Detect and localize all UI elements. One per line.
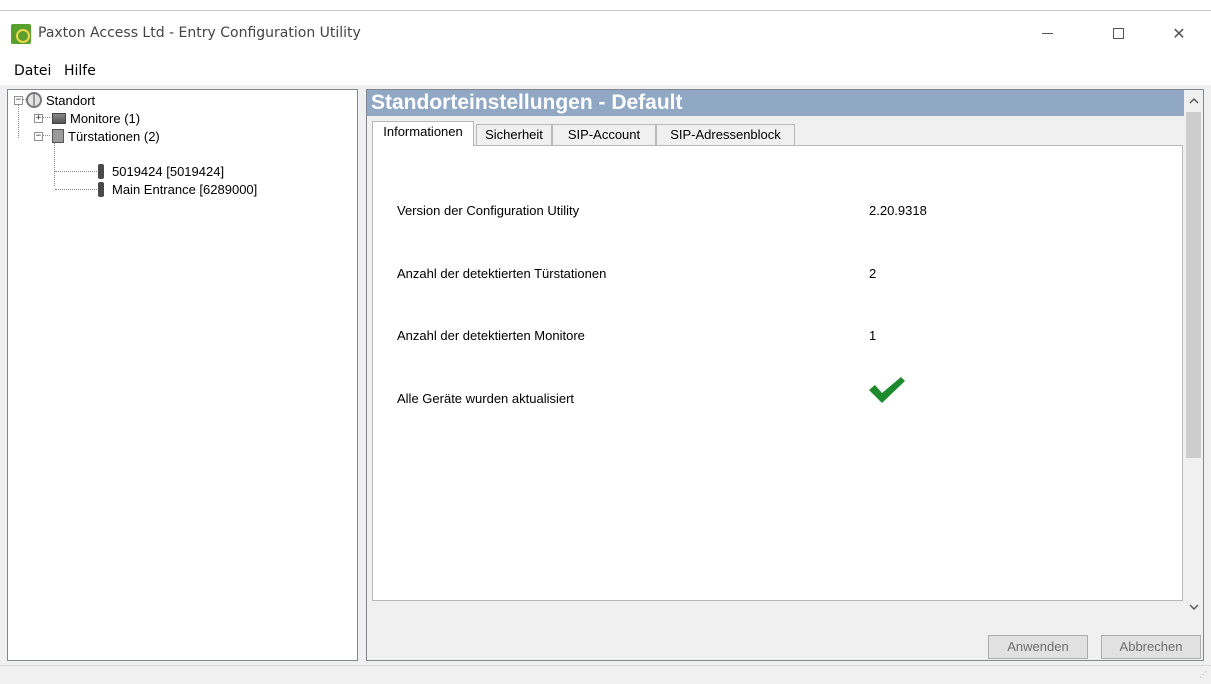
collapse-icon[interactable]: − [34, 131, 43, 141]
info-value-monitors: 1 [869, 328, 877, 343]
door-station-icon [98, 163, 104, 179]
tab-sip-adressenblock[interactable]: SIP-Adressenblock [656, 124, 795, 145]
tree-label-station-1: 5019424 [5019424] [112, 163, 225, 179]
tree-label-station-2: Main Entrance [6289000] [112, 181, 258, 197]
checkmark-icon [869, 377, 905, 403]
door-station-group-icon [52, 129, 64, 143]
app-logo-icon [11, 24, 31, 44]
menu-datei[interactable]: Datei [14, 63, 51, 79]
menu-hilfe[interactable]: Hilfe [64, 63, 96, 79]
info-label-version: Version der Configuration Utility [397, 203, 580, 218]
maximize-icon [1112, 27, 1124, 39]
app-window: Paxton Access Ltd - Entry Configuration … [0, 10, 1211, 684]
monitor-icon [52, 112, 66, 124]
scroll-up-arrow-icon[interactable] [1184, 92, 1203, 110]
apply-button[interactable]: Anwenden [988, 635, 1088, 659]
tree-label-monitore: Monitore (1) [70, 110, 141, 126]
cancel-button[interactable]: Abbrechen [1101, 635, 1201, 659]
globe-icon [26, 92, 42, 108]
tree-label-tuerstationen: Türstationen (2) [68, 128, 160, 144]
info-value-door-stations: 2 [869, 266, 877, 281]
info-value-version: 2.20.9318 [869, 203, 927, 218]
tab-content-informationen: Version der Configuration Utility 2.20.9… [372, 145, 1183, 601]
tab-informationen[interactable]: Informationen [372, 121, 474, 146]
window-title: Paxton Access Ltd - Entry Configuration … [38, 25, 361, 41]
menu-bar: Datei Hilfe [0, 59, 1211, 85]
settings-title: Standorteinstellungen - Default [371, 91, 683, 114]
collapse-icon[interactable]: − [14, 95, 23, 105]
close-button[interactable]: ✕ [1156, 11, 1202, 55]
status-bar: ⋰ [0, 665, 1211, 684]
tree-node-monitore[interactable]: + Monitore (1) [34, 109, 140, 127]
tree-node-station-2[interactable]: Main Entrance [6289000] [94, 180, 257, 198]
site-tree[interactable]: − Standort + Monitore (1) − Türstationen… [7, 89, 358, 661]
door-station-icon [98, 181, 104, 197]
info-label-all-updated: Alle Geräte wurden aktualisiert [397, 391, 575, 406]
scroll-down-arrow-icon[interactable] [1184, 598, 1203, 616]
info-label-door-stations: Anzahl der detektierten Türstationen [397, 266, 607, 281]
settings-panel: Standorteinstellungen - Default Informat… [366, 89, 1204, 661]
tab-sicherheit[interactable]: Sicherheit [476, 124, 552, 145]
tree-node-standort[interactable]: − Standort [14, 91, 95, 109]
minimize-button[interactable] [1024, 11, 1070, 55]
close-icon: ✕ [1172, 23, 1186, 43]
scroll-thumb[interactable] [1186, 112, 1201, 458]
expand-icon[interactable]: + [34, 113, 43, 123]
info-label-monitors: Anzahl der detektierten Monitore [397, 328, 585, 343]
tree-node-tuerstationen[interactable]: − Türstationen (2) [34, 127, 160, 145]
tree-label-standort: Standort [46, 92, 96, 108]
tab-sip-account[interactable]: SIP-Account [552, 124, 656, 145]
vertical-scrollbar[interactable] [1184, 90, 1203, 660]
minimize-icon [1041, 32, 1053, 34]
title-bar: Paxton Access Ltd - Entry Configuration … [0, 11, 1211, 59]
maximize-button[interactable] [1095, 11, 1141, 55]
settings-header: Standorteinstellungen - Default [367, 90, 1184, 116]
tree-node-station-1[interactable]: 5019424 [5019424] [94, 162, 224, 180]
resize-grip-icon[interactable]: ⋰ [1197, 671, 1207, 682]
